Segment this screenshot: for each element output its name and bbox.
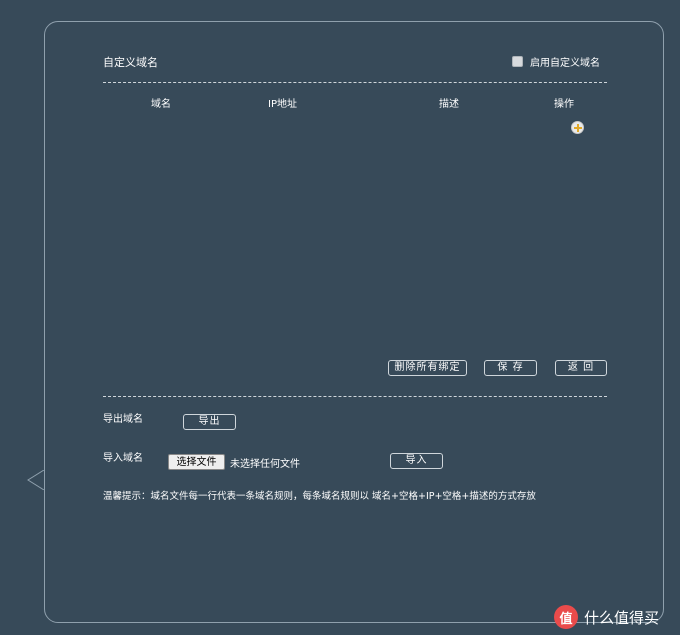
enable-label: 启用自定义域名: [530, 58, 600, 69]
file-status: 未选择任何文件: [230, 459, 300, 470]
settings-panel: [44, 21, 664, 623]
watermark-text: 什么值得买: [584, 608, 660, 627]
watermark-logo-icon: 值: [554, 605, 578, 629]
delete-all-bindings-button[interactable]: 删除所有绑定: [388, 360, 467, 376]
column-header-actions: 操作: [554, 99, 574, 110]
export-label: 导出域名: [103, 414, 143, 425]
divider-bottom: [103, 396, 607, 397]
column-header-ip: IP地址: [268, 99, 297, 110]
watermark: 值 什么值得买: [554, 605, 659, 629]
back-button[interactable]: 返 回: [555, 360, 607, 376]
divider-top: [103, 82, 607, 83]
import-label: 导入域名: [103, 453, 143, 464]
enable-checkbox[interactable]: [512, 56, 523, 67]
column-header-domain: 域名: [151, 99, 171, 110]
import-button[interactable]: 导入: [390, 453, 443, 469]
section-title: 自定义域名: [103, 56, 158, 69]
save-button[interactable]: 保 存: [484, 360, 537, 376]
add-icon[interactable]: [571, 121, 584, 134]
hint-text: 温馨提示：域名文件每一行代表一条域名规则，每条域名规则以 域名+空格+IP+空格…: [103, 491, 536, 502]
export-button[interactable]: 导出: [183, 414, 236, 430]
choose-file-button[interactable]: 选择文件: [168, 454, 225, 470]
column-header-description: 描述: [439, 99, 459, 110]
enable-custom-domain-toggle[interactable]: 启用自定义域名: [512, 54, 600, 69]
